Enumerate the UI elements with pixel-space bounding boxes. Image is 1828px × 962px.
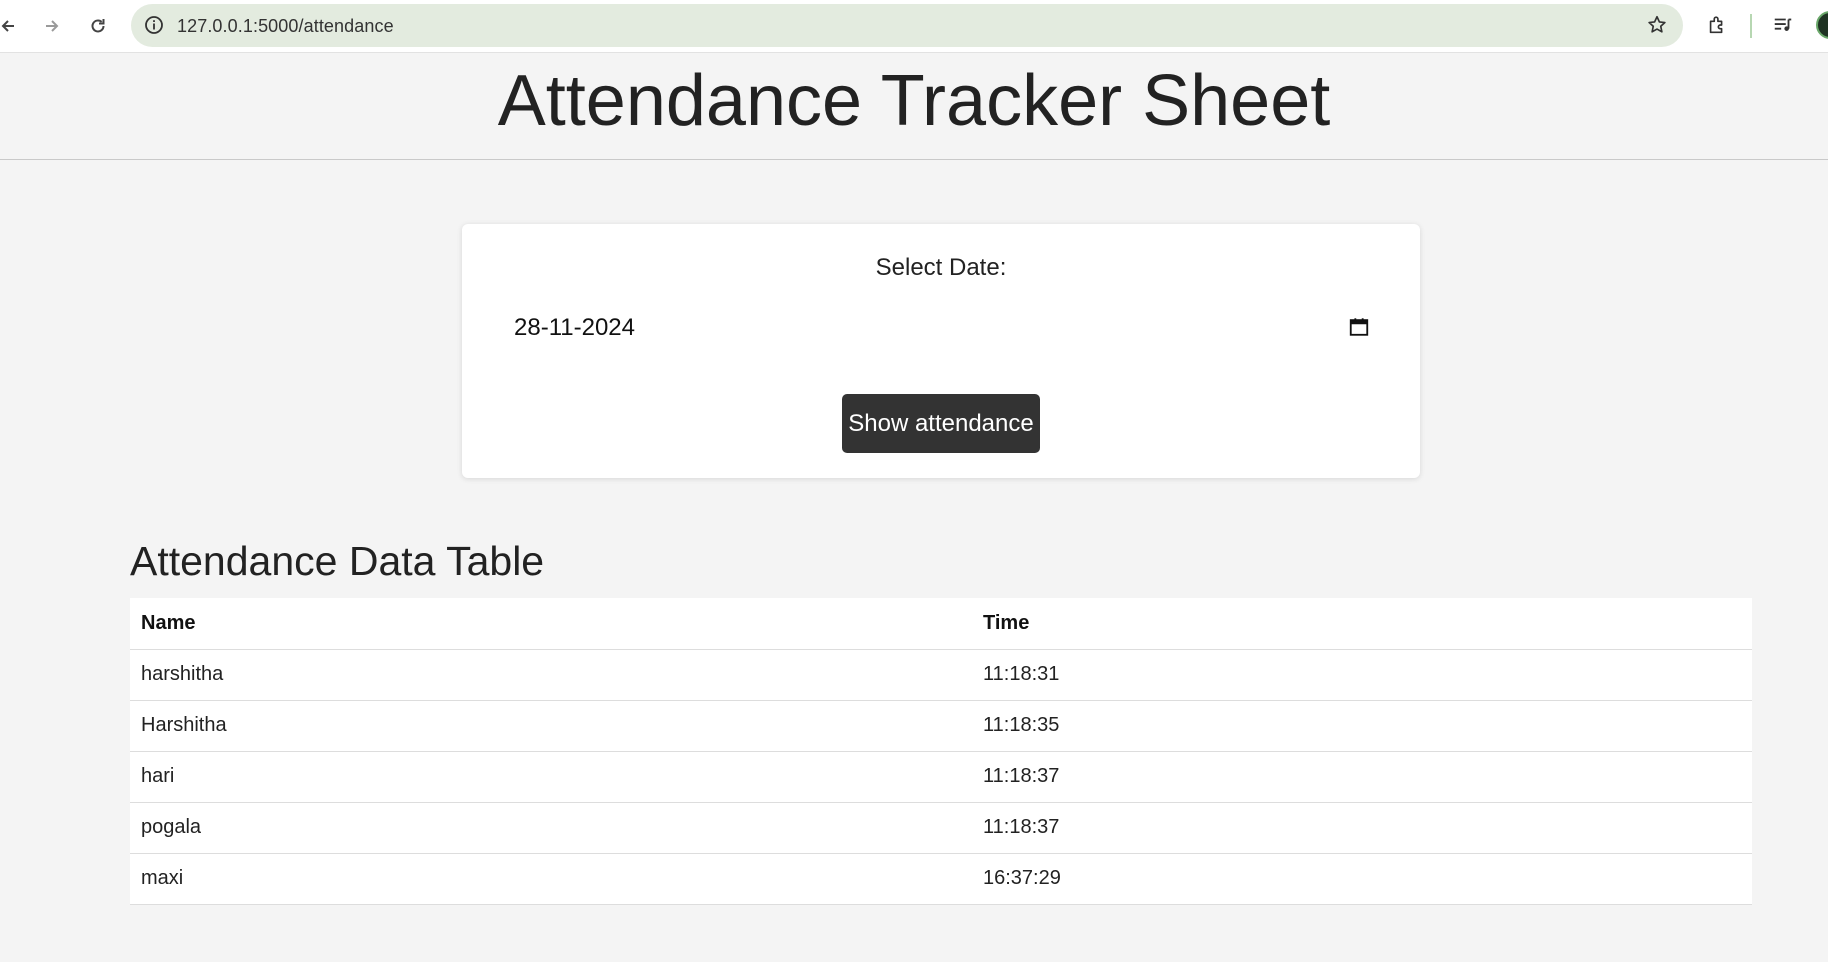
toolbar-divider (1750, 14, 1752, 38)
table-row: harshitha 11:18:31 (130, 649, 1752, 701)
date-input[interactable]: 28-11-2024 (510, 304, 1372, 350)
column-header-name: Name (130, 598, 972, 650)
cell-name: hari (130, 751, 972, 803)
page-header: Attendance Tracker Sheet (0, 53, 1828, 160)
cell-time: 11:18:37 (972, 802, 1752, 854)
column-header-time: Time (972, 598, 1752, 650)
table-row: hari 11:18:37 (130, 751, 1752, 803)
cell-time: 11:18:35 (972, 700, 1752, 752)
site-info-icon[interactable] (143, 14, 165, 36)
date-value[interactable]: 28-11-2024 (514, 314, 635, 342)
calendar-icon[interactable] (1346, 314, 1372, 340)
browser-toolbar: 127.0.0.1:5000/attendance (0, 0, 1828, 53)
table-row: pogala 11:18:37 (130, 802, 1752, 854)
cell-time: 11:18:31 (972, 649, 1752, 701)
cell-name: harshitha (130, 649, 972, 701)
date-selection-card: Select Date: 28-11-2024 Show attendance (462, 224, 1420, 478)
cell-name: pogala (130, 802, 972, 854)
address-bar[interactable]: 127.0.0.1:5000/attendance (131, 4, 1683, 47)
bookmark-star-icon[interactable] (1645, 13, 1669, 37)
table-title: Attendance Data Table (130, 538, 545, 584)
reload-icon[interactable] (84, 12, 112, 40)
cell-time: 11:18:37 (972, 751, 1752, 803)
cell-name: Harshitha (130, 700, 972, 752)
cell-name: maxi (130, 853, 972, 905)
url-text[interactable]: 127.0.0.1:5000/attendance (177, 16, 394, 37)
forward-arrow-icon[interactable] (38, 12, 66, 40)
attendance-table: Name Time harshitha 11:18:31 Harshitha 1… (130, 598, 1752, 905)
page-title: Attendance Tracker Sheet (497, 61, 1331, 141)
media-controls-icon[interactable] (1768, 11, 1798, 39)
table-row: maxi 16:37:29 (130, 853, 1752, 905)
table-header-row: Name Time (130, 598, 1752, 650)
profile-avatar[interactable] (1816, 11, 1828, 39)
table-row: Harshitha 11:18:35 (130, 700, 1752, 752)
cell-time: 16:37:29 (972, 853, 1752, 905)
extensions-icon[interactable] (1702, 11, 1732, 39)
back-arrow-icon[interactable] (0, 12, 22, 40)
show-attendance-button[interactable]: Show attendance (842, 394, 1040, 453)
select-date-label: Select Date: (875, 254, 1007, 281)
